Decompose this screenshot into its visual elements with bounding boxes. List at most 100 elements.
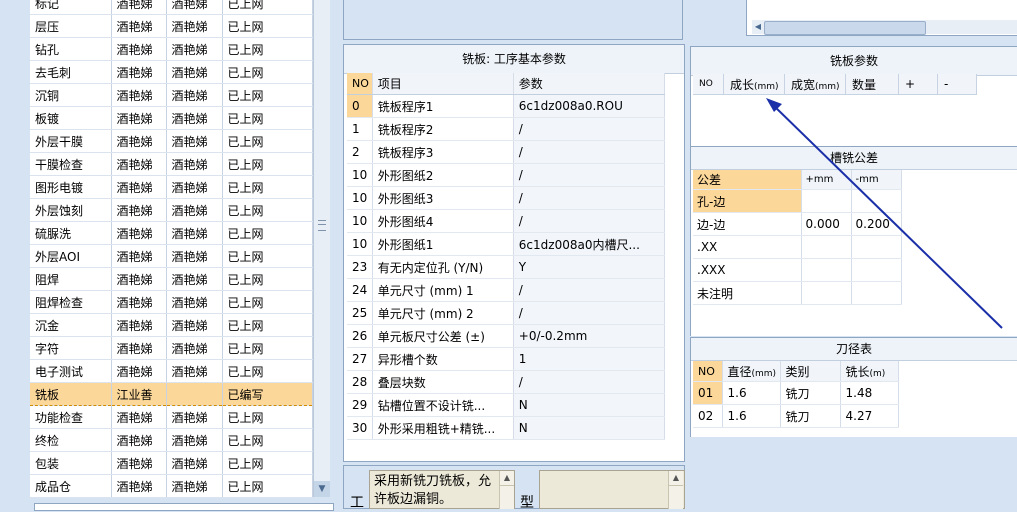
param-row[interactable]: 24 单元尺寸 (mm) 1/ <box>347 278 666 302</box>
param-value[interactable]: Y <box>513 255 666 279</box>
param-value[interactable]: 6c1dz008a0内槽尺... <box>513 232 666 256</box>
tol-col-minus[interactable]: -mm <box>851 170 902 190</box>
process-row[interactable]: 层压 酒艳娣 酒艳娣 已上网 <box>30 14 313 38</box>
param-row[interactable]: 10 外形图纸3/ <box>347 186 666 210</box>
process-row[interactable]: 外层蚀刻 酒艳娣 酒艳娣 已上网 <box>30 198 313 222</box>
process-row[interactable]: 字符 酒艳娣 酒艳娣 已上网 <box>30 336 313 360</box>
param-row[interactable]: 0 铣板程序1 6c1dz008a0.ROU <box>347 94 666 118</box>
plate-col-width[interactable]: 成宽(mm) <box>784 74 846 95</box>
scrollbar-grip[interactable] <box>318 220 326 231</box>
param-row[interactable]: 10 外形图纸1 6c1dz008a0内槽尺... <box>347 232 666 256</box>
tool-col-dia[interactable]: 直径(mm) <box>722 361 781 382</box>
param-value[interactable]: 6c1dz008a0.ROU <box>513 94 666 118</box>
param-row[interactable]: 29 钻槽位置不设计铣... N <box>347 393 666 417</box>
memo-textarea[interactable]: 采用新铣刀铣板，允许板边漏铜。 <box>369 470 515 509</box>
process-row[interactable]: 阻焊检查 酒艳娣 酒艳娣 已上网 <box>30 290 313 314</box>
tolerance-row[interactable]: 孔-边 <box>693 189 902 213</box>
process-list-scrollbar[interactable]: ▼ <box>313 0 330 497</box>
param-value[interactable]: N <box>513 416 666 440</box>
process-row[interactable]: 沉金 酒艳娣 酒艳娣 已上网 <box>30 313 313 337</box>
col-item-header[interactable]: 项目 <box>372 73 514 95</box>
process-status: 已上网 <box>222 152 313 176</box>
process-row[interactable]: 硫脲洗 酒艳娣 酒艳娣 已上网 <box>30 221 313 245</box>
param-row[interactable]: 10 外形图纸2/ <box>347 163 666 187</box>
tolerance-row[interactable]: .XX <box>693 235 902 259</box>
param-row[interactable]: 10 外形图纸4/ <box>347 209 666 233</box>
plate-remove-button[interactable]: - <box>937 74 977 95</box>
bottom-left-field[interactable] <box>34 503 334 511</box>
param-row[interactable]: 27 异形槽个数 1 <box>347 347 666 371</box>
tolerance-minus[interactable] <box>851 235 902 259</box>
param-value[interactable]: 1 <box>513 347 666 371</box>
tolerance-plus[interactable]: 0.000 <box>801 212 852 236</box>
col-no-header[interactable]: NO <box>347 73 373 95</box>
param-row[interactable]: 1 铣板程序2/ <box>347 117 666 141</box>
tolerance-plus[interactable] <box>801 235 852 259</box>
param-value[interactable]: / <box>513 186 666 210</box>
tolerance-row[interactable]: 边-边 0.000 0.200 <box>693 212 902 236</box>
type-textarea[interactable] <box>539 470 685 509</box>
tool-row[interactable]: 02 1.6 铣刀 4.27 <box>693 404 899 428</box>
process-row[interactable]: 成品仓 酒艳娣 酒艳娣 已上网 <box>30 474 313 498</box>
param-value[interactable]: / <box>513 301 666 325</box>
process-row[interactable]: 电子测试 酒艳娣 酒艳娣 已上网 <box>30 359 313 383</box>
tol-col-name[interactable]: 公差 <box>693 170 802 190</box>
process-row[interactable]: 去毛刺 酒艳娣 酒艳娣 已上网 <box>30 60 313 84</box>
tool-col-len[interactable]: 铣长(m) <box>840 361 899 382</box>
process-row[interactable]: 功能检查 酒艳娣 酒艳娣 已上网 <box>30 405 313 429</box>
process-row[interactable]: 图形电镀 酒艳娣 酒艳娣 已上网 <box>30 175 313 199</box>
param-row[interactable]: 2 铣板程序3/ <box>347 140 666 164</box>
process-row[interactable]: 终检 酒艳娣 酒艳娣 已上网 <box>30 428 313 452</box>
param-value[interactable]: / <box>513 140 666 164</box>
plate-col-growth[interactable]: 成长(mm) <box>723 74 785 95</box>
tolerance-minus[interactable] <box>851 189 902 213</box>
param-no: 0 <box>347 94 373 118</box>
scroll-left-arrow-icon[interactable]: ◀ <box>752 20 764 34</box>
param-value[interactable]: / <box>513 278 666 302</box>
plate-col-qty[interactable]: 数量 <box>845 74 899 95</box>
scrollbar-thumb[interactable] <box>764 21 926 35</box>
col-value-header[interactable]: 参数 <box>513 73 666 95</box>
tolerance-row[interactable]: 未注明 <box>693 281 902 305</box>
process-row[interactable]: 外层AOI 酒艳娣 酒艳娣 已上网 <box>30 244 313 268</box>
param-row[interactable]: 25 单元尺寸 (mm) 2/ <box>347 301 666 325</box>
param-value[interactable]: / <box>513 370 666 394</box>
param-value[interactable]: / <box>513 209 666 233</box>
param-value[interactable]: / <box>513 163 666 187</box>
process-row[interactable]: 标记 酒艳娣 酒艳娣 已上网 <box>30 0 313 15</box>
scroll-up-arrow-icon[interactable]: ▲ <box>669 471 683 486</box>
tolerance-minus[interactable] <box>851 281 902 305</box>
param-value[interactable]: +0/-0.2mm <box>513 324 666 348</box>
tolerance-plus[interactable] <box>801 189 852 213</box>
tolerance-row[interactable]: .XXX <box>693 258 902 282</box>
process-row[interactable]: 包装 酒艳娣 酒艳娣 已上网 <box>30 451 313 475</box>
process-row[interactable]: 钻孔 酒艳娣 酒艳娣 已上网 <box>30 37 313 61</box>
tolerance-minus[interactable]: 0.200 <box>851 212 902 236</box>
horizontal-scrollbar[interactable]: ◀ <box>752 20 1017 35</box>
tolerance-plus[interactable] <box>801 281 852 305</box>
process-row[interactable]: 沉铜 酒艳娣 酒艳娣 已上网 <box>30 83 313 107</box>
param-row[interactable]: 23 有无内定位孔 (Y/N) Y <box>347 255 666 279</box>
process-row[interactable]: 干膜检查 酒艳娣 酒艳娣 已上网 <box>30 152 313 176</box>
memo-scrollbar[interactable]: ▲ <box>499 471 514 509</box>
tol-col-plus[interactable]: +mm <box>801 170 852 190</box>
tool-row[interactable]: 01 1.6 铣刀 1.48 <box>693 381 899 405</box>
process-row[interactable]: 铣板 江业善 已编写 <box>30 382 313 406</box>
param-row[interactable]: 28 叠层块数 / <box>347 370 666 394</box>
scroll-down-arrow-icon[interactable]: ▼ <box>314 481 330 497</box>
param-row[interactable]: 26 单元板尺寸公差 (±) +0/-0.2mm <box>347 324 666 348</box>
tool-col-type[interactable]: 类别 <box>780 361 841 382</box>
tool-col-no[interactable]: NO <box>693 361 723 382</box>
tolerance-minus[interactable] <box>851 258 902 282</box>
plate-col-no[interactable]: NO <box>693 74 724 95</box>
plate-add-button[interactable]: + <box>898 74 938 95</box>
tolerance-plus[interactable] <box>801 258 852 282</box>
type-scrollbar[interactable]: ▲ <box>668 471 683 509</box>
param-value[interactable]: N <box>513 393 666 417</box>
param-row[interactable]: 30 外形采用粗铣+精铣... N <box>347 416 666 440</box>
process-row[interactable]: 外层干膜 酒艳娣 酒艳娣 已上网 <box>30 129 313 153</box>
param-value[interactable]: / <box>513 117 666 141</box>
process-row[interactable]: 阻焊 酒艳娣 酒艳娣 已上网 <box>30 267 313 291</box>
scroll-up-arrow-icon[interactable]: ▲ <box>500 471 514 486</box>
process-row[interactable]: 板镀 酒艳娣 酒艳娣 已上网 <box>30 106 313 130</box>
